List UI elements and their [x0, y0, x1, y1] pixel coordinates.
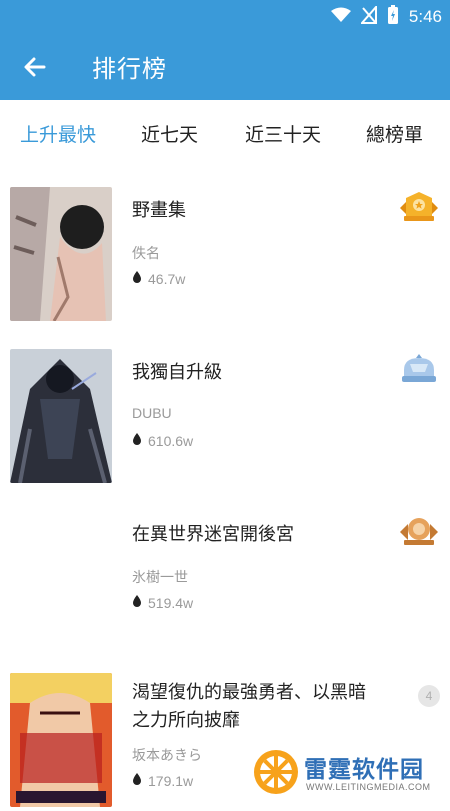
comic-title-line-2: 之力所向披靡: [132, 710, 240, 731]
view-count-value: 46.7w: [148, 271, 186, 287]
arrow-left-icon[interactable]: [20, 52, 50, 82]
tab-last-7-days[interactable]: 近七天: [141, 120, 198, 147]
flame-icon: [132, 595, 142, 611]
watermark-name: 雷霆软件园: [304, 757, 424, 783]
status-bar: 5:46: [0, 0, 450, 32]
bronze-medal-icon: [398, 514, 440, 550]
comic-author: DUBU: [132, 405, 172, 421]
list-item[interactable]: 野畫集 佚名 46.7w: [0, 175, 450, 325]
comic-title: 野畫集: [132, 200, 186, 221]
list-item[interactable]: 在異世界迷宮開後宮 氷樹一世 519.4w: [0, 499, 450, 649]
list-item[interactable]: 我獨自升級 DUBU 610.6w: [0, 337, 450, 487]
cover-image: [10, 349, 112, 483]
cover-image: [10, 673, 112, 807]
view-count-value: 519.4w: [148, 595, 194, 611]
comic-author: 佚名: [132, 245, 160, 261]
comic-title: 我獨自升級: [132, 362, 222, 383]
status-time: 5:46: [408, 7, 442, 26]
comic-author: 氷樹一世: [132, 569, 188, 585]
comic-title: 在異世界迷宮開後宮: [132, 524, 294, 545]
view-count: 46.7w: [132, 271, 185, 287]
flame-icon: [132, 433, 142, 449]
tab-overall[interactable]: 總榜單: [366, 120, 423, 147]
app-bar: 排行榜: [0, 32, 450, 100]
page-title: 排行榜: [92, 55, 167, 83]
view-count: 519.4w: [132, 595, 193, 611]
flame-icon: [132, 773, 142, 789]
tab-last-30-days[interactable]: 近三十天: [245, 120, 321, 147]
battery-icon: [387, 5, 399, 29]
gold-medal-icon: [398, 190, 440, 226]
tab-rising-fastest[interactable]: 上升最快: [20, 120, 96, 147]
silver-medal-icon: [398, 352, 440, 388]
watermark: 雷霆软件园 WWW.LEITINGMEDIA.COM: [248, 742, 450, 800]
view-count: 610.6w: [132, 433, 193, 449]
cover-image: [10, 511, 112, 645]
view-count: 179.1w: [132, 773, 193, 789]
cover-image: [10, 187, 112, 321]
comic-author: 坂本あきら: [132, 747, 202, 763]
watermark-url: WWW.LEITINGMEDIA.COM: [306, 782, 431, 792]
comic-title-line-1: 渴望復仇的最強勇者、以黑暗: [132, 682, 366, 703]
signal-off-icon: [359, 4, 377, 28]
rank-badge: 4: [418, 685, 440, 707]
flame-icon: [132, 271, 142, 287]
tab-bar: 上升最快 近七天 近三十天 總榜單: [0, 100, 450, 162]
view-count-value: 179.1w: [148, 773, 194, 789]
view-count-value: 610.6w: [148, 433, 194, 449]
orange-logo-icon: [252, 748, 300, 800]
wifi-icon: [330, 7, 351, 27]
